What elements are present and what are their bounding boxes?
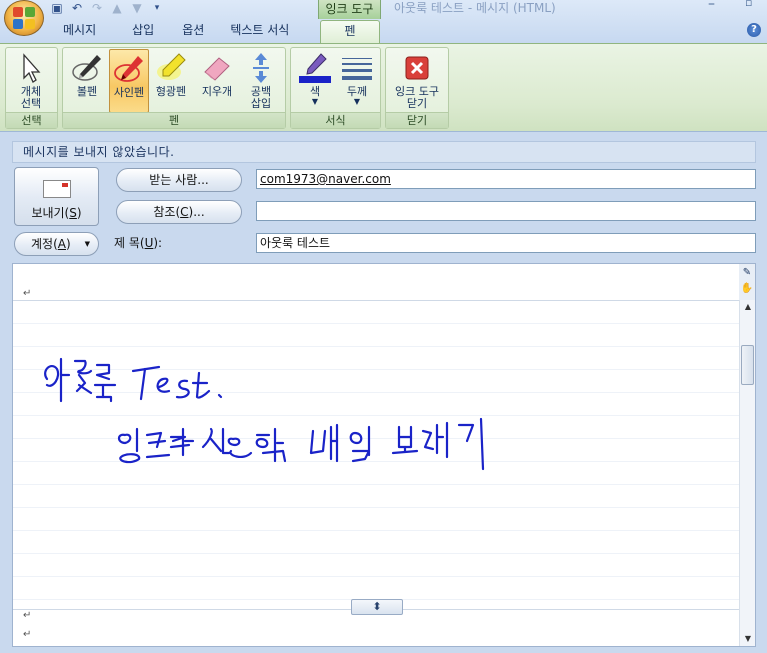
undo-icon[interactable]: ↶	[70, 1, 84, 15]
chevron-down-icon: ▼	[84, 240, 90, 248]
quick-access-toolbar: ▣ ↶ ↷ ▲ ▼ ▾	[50, 0, 164, 16]
group-format-label: 서식	[291, 112, 380, 128]
pen-color-button[interactable]: 색 ▼	[295, 49, 335, 113]
paragraph-mark-icon: ↵	[23, 288, 32, 299]
ink-canvas[interactable]	[13, 300, 740, 610]
tab-message[interactable]: 메시지	[50, 20, 109, 42]
thickness-button[interactable]: 두께 ▼	[337, 49, 377, 113]
select-object-label: 개체 선택	[20, 85, 42, 110]
cc-button[interactable]: 참조(C)...	[116, 200, 242, 224]
send-label: 보내기(S)	[31, 206, 82, 220]
window-title: 아웃룩 테스트 - 메시지 (HTML)	[394, 1, 556, 15]
cursor-icon	[15, 52, 47, 84]
up-arrow-icon[interactable]: ▲	[110, 1, 124, 15]
context-tab-title: 잉크 도구	[318, 0, 381, 19]
ribbon: 개체 선택 선택 볼펜 사인펜 형광펜 지우개 공백 삽입 펜 색 ▼ 두께 ▼…	[0, 43, 767, 132]
insert-space-icon	[245, 52, 277, 84]
group-pen: 볼펜 사인펜 형광펜 지우개 공백 삽입 펜	[62, 47, 286, 129]
office-logo-icon	[13, 7, 35, 29]
eraser-label: 지우개	[201, 85, 233, 98]
group-close-label: 닫기	[386, 112, 448, 128]
tab-options[interactable]: 옵션	[169, 20, 217, 42]
message-body[interactable]: ✎ ✋ ↵ ⬍ ↵ ↵ ▲ ▼	[12, 263, 756, 647]
ink-side-tools: ✎ ✋	[739, 264, 755, 300]
chevron-down-icon: ▼	[353, 97, 361, 106]
felt-pen-label: 사인펜	[113, 86, 145, 99]
window-control-icon[interactable]: ▫	[745, 0, 752, 9]
pen-color-icon	[299, 52, 331, 84]
insert-space-button[interactable]: 공백 삽입	[241, 49, 281, 113]
ribbon-tabs: 메시지 삽입 옵션 텍스트 서식 펜	[50, 20, 380, 44]
to-button[interactable]: 받는 사람...	[116, 168, 242, 192]
group-pen-label: 펜	[63, 112, 285, 128]
close-ink-tools-label: 잉크 도구 닫기	[395, 85, 439, 110]
group-format: 색 ▼ 두께 ▼ 서식	[290, 47, 381, 129]
group-select-label: 선택	[6, 112, 57, 128]
ink-annotation-icon[interactable]: ✎	[740, 266, 754, 280]
chevron-down-icon: ▼	[311, 97, 319, 106]
ballpoint-pen-icon	[71, 52, 103, 84]
group-select: 개체 선택 선택	[5, 47, 58, 129]
vertical-scrollbar[interactable]: ▲ ▼	[739, 300, 755, 646]
recipient-address: com1973@naver.com	[260, 172, 391, 186]
office-button[interactable]	[4, 0, 44, 36]
save-icon[interactable]: ▣	[50, 1, 64, 15]
hand-icon[interactable]: ✋	[740, 282, 754, 296]
envelope-icon	[42, 180, 71, 198]
title-bar: ▣ ↶ ↷ ▲ ▼ ▾ 잉크 도구 아웃룩 테스트 - 메시지 (HTML) –…	[0, 0, 767, 44]
tab-pen[interactable]: 펜	[320, 20, 380, 44]
scroll-down-icon[interactable]: ▼	[740, 632, 756, 646]
info-bar: 메시지를 보내지 않았습니다.	[12, 141, 756, 163]
close-red-icon	[401, 52, 433, 84]
minimize-icon[interactable]: –	[708, 0, 722, 12]
insert-space-label: 공백 삽입	[250, 85, 272, 110]
highlighter-icon	[155, 52, 187, 84]
eraser-icon	[201, 52, 233, 84]
ballpoint-pen-label: 볼펜	[76, 85, 98, 98]
customize-qat-icon[interactable]: ▾	[150, 1, 164, 15]
scroll-up-icon[interactable]: ▲	[740, 300, 756, 314]
account-button[interactable]: 계정(A) ▼	[14, 232, 99, 256]
ballpoint-pen-button[interactable]: 볼펜	[67, 49, 107, 113]
redo-icon[interactable]: ↷	[90, 1, 104, 15]
handwriting-strokes	[44, 357, 485, 471]
highlighter-label: 형광펜	[155, 85, 187, 98]
down-arrow-icon[interactable]: ▼	[130, 1, 144, 15]
cc-field[interactable]	[256, 201, 756, 221]
to-field[interactable]: com1973@naver.com	[256, 169, 756, 189]
paragraph-mark-icon: ↵	[23, 610, 32, 621]
help-icon[interactable]: ?	[747, 23, 761, 37]
scroll-thumb[interactable]	[741, 345, 754, 385]
paragraph-mark-icon: ↵	[23, 629, 32, 640]
felt-pen-button[interactable]: 사인펜	[109, 49, 149, 113]
resize-grip-handle[interactable]: ⬍	[351, 599, 403, 615]
group-close: 잉크 도구 닫기 닫기	[385, 47, 449, 129]
thickness-icon	[341, 52, 373, 84]
close-ink-tools-button[interactable]: 잉크 도구 닫기	[392, 49, 442, 113]
select-object-button[interactable]: 개체 선택	[11, 49, 51, 113]
eraser-button[interactable]: 지우개	[197, 49, 237, 113]
tab-insert[interactable]: 삽입	[119, 20, 167, 42]
highlighter-button[interactable]: 형광펜	[151, 49, 191, 113]
subject-field[interactable]: 아웃룩 테스트	[256, 233, 756, 253]
send-button[interactable]: 보내기(S)	[14, 167, 99, 226]
felt-pen-icon	[113, 53, 145, 85]
tab-text-format[interactable]: 텍스트 서식	[217, 20, 302, 42]
subject-label: 제 목(U):	[114, 236, 163, 250]
